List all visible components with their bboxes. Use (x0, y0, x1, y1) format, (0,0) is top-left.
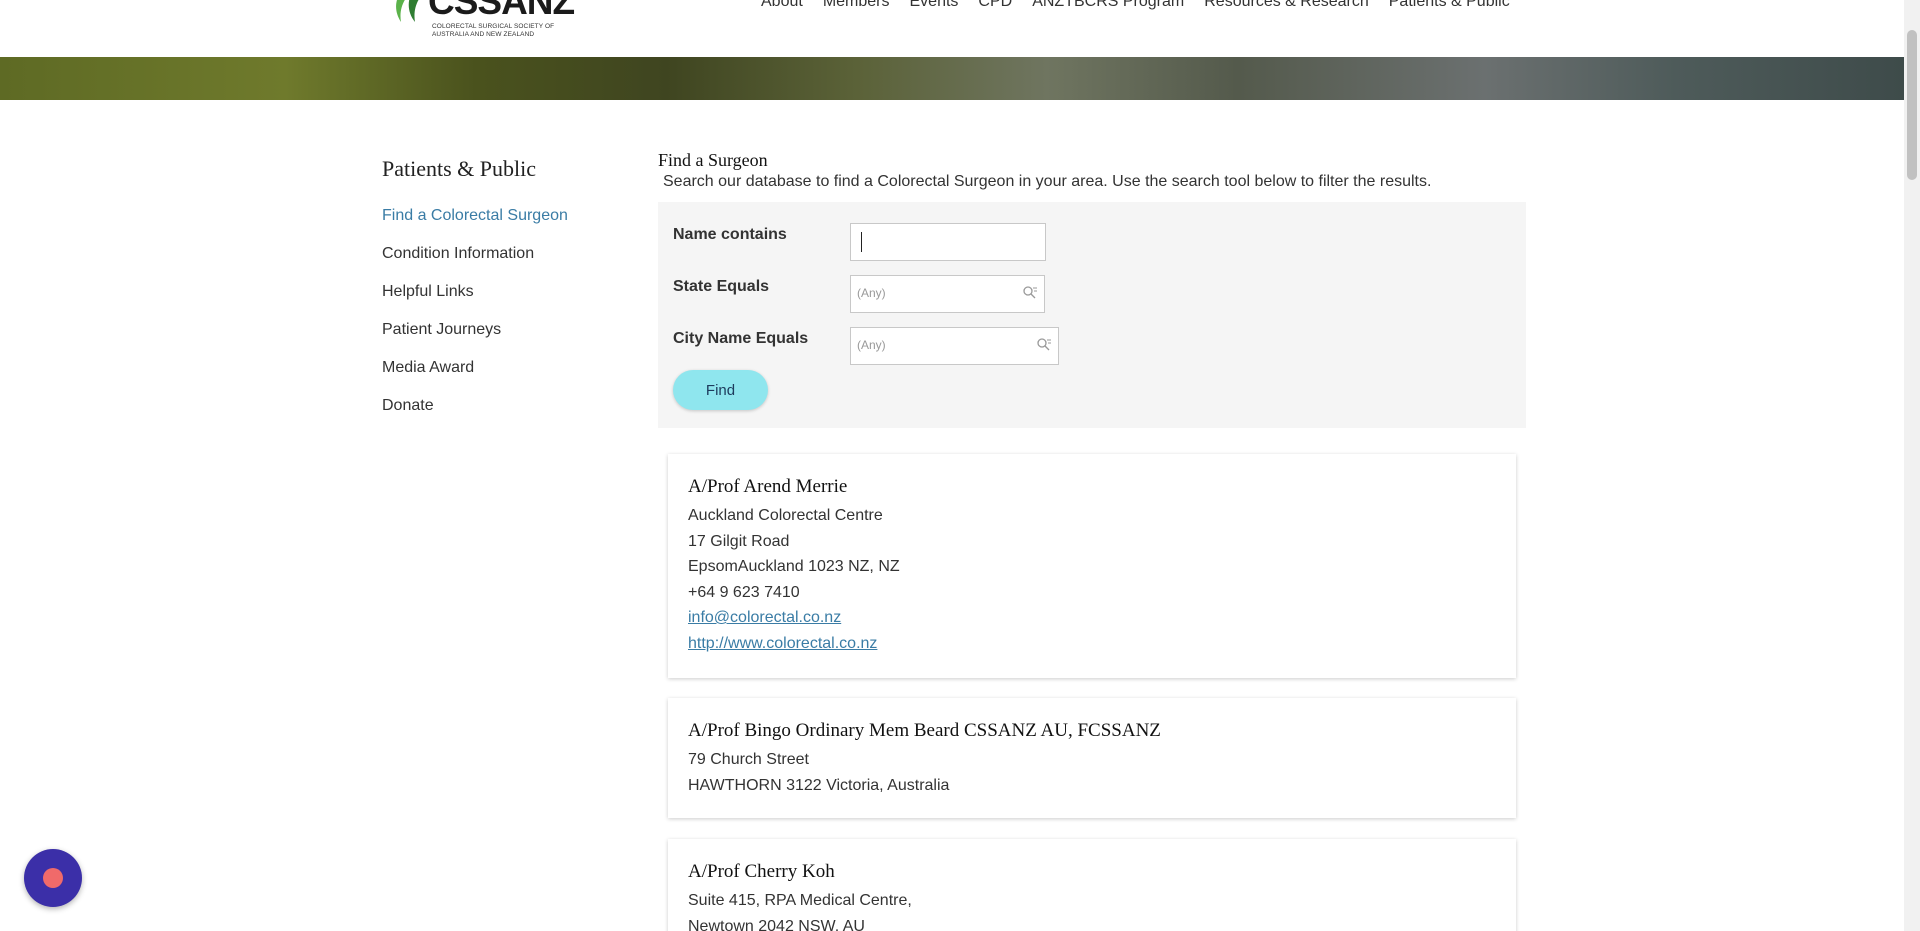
address-line: Suite 415, RPA Medical Centre, (688, 892, 912, 909)
address-line: Auckland Colorectal Centre (688, 507, 883, 524)
result-card: A/Prof Arend Merrie Auckland Colorectal … (668, 454, 1516, 678)
name-contains-label: Name contains (673, 226, 787, 243)
nav-about[interactable]: About (751, 0, 813, 12)
state-equals-label: State Equals (673, 278, 770, 295)
logo-leaf-icon (396, 0, 419, 22)
hero-banner-image (0, 57, 1904, 100)
chat-button[interactable] (24, 849, 82, 907)
page-scrollbar[interactable] (1904, 0, 1920, 931)
city-name-equals-lookup[interactable]: (Any) (850, 327, 1059, 365)
surgeon-name: A/Prof Cherry Koh (688, 861, 835, 882)
chat-record-icon (43, 868, 63, 888)
nav-resources-research[interactable]: Resources & Research (1194, 0, 1379, 12)
nav-patients-public[interactable]: Patients & Public (1379, 0, 1520, 12)
sidebar-item-donate[interactable]: Donate (382, 396, 632, 415)
website-link[interactable]: http://www.colorectal.co.nz (688, 631, 1496, 657)
result-card: A/Prof Cherry Koh Suite 415, RPA Medical… (668, 839, 1516, 931)
main-nav: About Members Events CPD ANZTBCRS Progra… (751, 0, 1520, 12)
name-contains-input[interactable] (850, 223, 1046, 261)
address-line: 79 Church Street (688, 751, 809, 768)
address-line: 17 Gilgit Road (688, 532, 790, 550)
sidebar-title: Patients & Public (382, 156, 536, 181)
state-placeholder: (Any) (857, 286, 886, 300)
surgeon-name: A/Prof Arend Merrie (688, 476, 848, 497)
city-name-equals-label: City Name Equals (673, 330, 809, 347)
surgeon-name: A/Prof Bingo Ordinary Mem Beard CSSANZ A… (688, 720, 1161, 741)
sidebar-item-helpful-links[interactable]: Helpful Links (382, 282, 632, 301)
logo-subtitle: COLORECTAL SURGICAL SOCIETY OF AUSTRALIA… (432, 23, 555, 38)
search-form: Name contains State Equals (Any) City Na… (658, 202, 1526, 428)
nav-cpd[interactable]: CPD (968, 0, 1022, 12)
phone-number: +64 9 623 7410 (688, 583, 800, 601)
intro-text: Search our database to find a Colorectal… (663, 173, 1432, 190)
page-title: Find a Surgeon (658, 150, 768, 170)
site-header: CSSANZ COLORECTAL SURGICAL SOCIETY OF AU… (0, 0, 1904, 57)
scrollbar-thumb[interactable] (1907, 30, 1917, 180)
address-line: HAWTHORN 3122 Victoria, Australia (688, 776, 950, 794)
logo-text: CSSANZ (428, 0, 575, 22)
main-content: Find a Surgeon Search our database to fi… (658, 150, 1528, 428)
lookup-search-icon[interactable] (1022, 285, 1038, 301)
lookup-search-icon[interactable] (1036, 337, 1052, 353)
sidebar-item-media-award[interactable]: Media Award (382, 358, 632, 377)
state-equals-lookup[interactable]: (Any) (850, 275, 1045, 313)
sidebar-item-condition-information[interactable]: Condition Information (382, 244, 632, 263)
sidebar-item-find-surgeon[interactable]: Find a Colorectal Surgeon (382, 206, 632, 225)
address-line: Newtown 2042 NSW, AU (688, 917, 865, 931)
cssanz-logo[interactable]: CSSANZ COLORECTAL SURGICAL SOCIETY OF AU… (385, 0, 575, 46)
sidebar-item-patient-journeys[interactable]: Patient Journeys (382, 320, 632, 339)
nav-anztbcrs-program[interactable]: ANZTBCRS Program (1022, 0, 1194, 12)
sidebar: Patients & Public Find a Colorectal Surg… (382, 156, 632, 434)
nav-members[interactable]: Members (813, 0, 900, 12)
result-card: A/Prof Bingo Ordinary Mem Beard CSSANZ A… (668, 698, 1516, 818)
find-button[interactable]: Find (673, 370, 768, 410)
city-placeholder: (Any) (857, 338, 886, 352)
nav-events[interactable]: Events (900, 0, 969, 12)
email-link[interactable]: info@colorectal.co.nz (688, 605, 1496, 631)
address-line: EpsomAuckland 1023 NZ, NZ (688, 558, 900, 575)
text-caret (861, 232, 862, 252)
